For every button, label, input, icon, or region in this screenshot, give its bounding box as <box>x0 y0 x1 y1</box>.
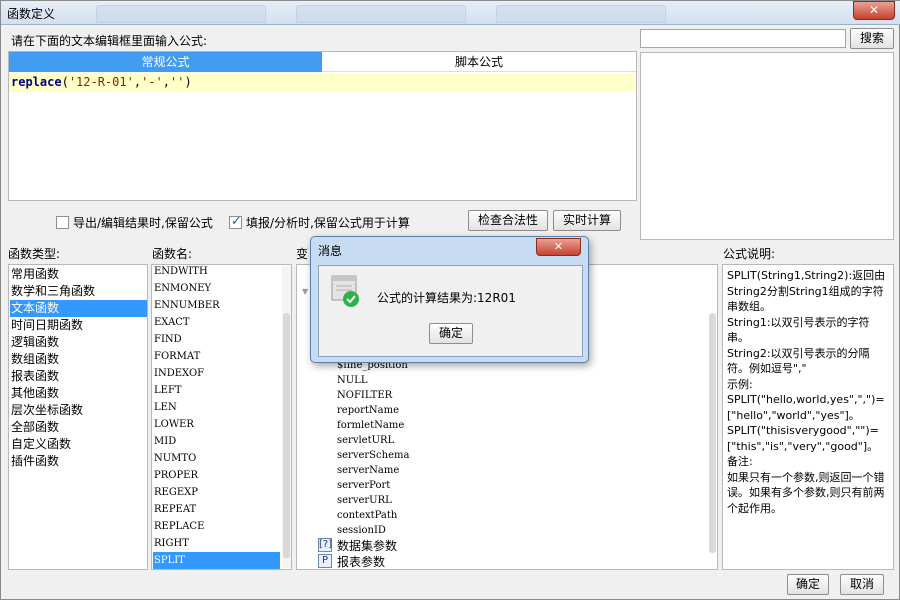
function-types-list: 常用函数 数学和三角函数 文本函数 时间日期函数 逻辑函数 数组函数 报表函数 其他函数 层次坐… <box>8 264 148 570</box>
formula-comma: , <box>162 75 170 89</box>
function-names-scrollbar-thumb[interactable] <box>283 313 290 558</box>
function-name-item[interactable]: NUMTO <box>153 450 280 467</box>
formula-close-paren: ) <box>184 75 192 89</box>
description-paragraph: SPLIT("thisisverygood","")=["this","is",… <box>727 424 879 453</box>
function-name-item[interactable]: REGEXP <box>153 484 280 501</box>
variable-item[interactable]: serverPort <box>337 478 390 493</box>
function-name-item[interactable]: INDEXOF <box>153 365 280 382</box>
keep-formula-on-export-label: 导出/编辑结果时,保留公式 <box>73 216 213 230</box>
formula-description-label: 公式说明: <box>723 247 776 261</box>
message-close-button[interactable]: ✕ <box>536 238 581 256</box>
search-button[interactable]: 搜索 <box>850 28 894 49</box>
function-type-item[interactable]: 时间日期函数 <box>10 317 147 334</box>
function-type-item[interactable]: 报表函数 <box>10 368 147 385</box>
description-paragraph: SPLIT(String1,String2):返回由String2分割Strin… <box>727 269 886 313</box>
function-type-item[interactable]: 文本函数 <box>10 300 147 317</box>
window-title: 函数定义 <box>7 7 56 21</box>
message-text: 公式的计算结果为:12R01 <box>377 291 516 305</box>
function-name-item[interactable]: PROPER <box>153 467 280 484</box>
function-name-item[interactable]: MID <box>153 433 280 450</box>
variable-item[interactable]: reportName <box>337 403 399 418</box>
function-names-label: 函数名: <box>152 247 193 261</box>
variable-item[interactable]: contextPath <box>337 508 397 523</box>
message-dialog-title: 消息 <box>318 244 343 258</box>
function-name-item[interactable]: REPLACE <box>153 518 280 535</box>
function-type-item[interactable]: 数组函数 <box>10 351 147 368</box>
formula-arg-2: '-' <box>141 75 163 89</box>
function-type-item[interactable]: 常用函数 <box>10 266 147 283</box>
window-close-button[interactable]: ✕ <box>853 1 895 20</box>
function-name-item[interactable]: LEN <box>153 399 280 416</box>
message-ok-button[interactable]: 确定 <box>429 323 473 344</box>
realtime-calc-button[interactable]: 实时计算 <box>553 210 621 231</box>
check-validity-button[interactable]: 检查合法性 <box>468 210 548 231</box>
keep-formula-on-fill-checkbox[interactable]: ✓ <box>229 214 242 229</box>
formula-description-panel: SPLIT(String1,String2):返回由String2分割Strin… <box>722 264 894 570</box>
tab-regular-formula[interactable]: 常规公式 <box>9 52 322 72</box>
function-name-item[interactable]: RIGHT <box>153 535 280 552</box>
dataset-param-icon: [?] <box>318 538 333 552</box>
function-type-item[interactable]: 自定义函数 <box>10 436 147 453</box>
function-type-item[interactable]: 插件函数 <box>10 453 147 470</box>
description-paragraph: SPLIT("hello,world,yes",",")=["hello","w… <box>727 393 885 422</box>
variables-label: 变 <box>296 247 309 261</box>
description-paragraph: 备注: <box>727 455 753 468</box>
description-paragraph: 如果只有一个参数,则返回一个错误。如果有多个参数,则只有前两个起作用。 <box>727 470 885 515</box>
variable-item[interactable]: serverSchema <box>337 448 409 463</box>
function-name-item[interactable]: FORMAT <box>153 348 280 365</box>
search-results-panel[interactable] <box>640 52 894 240</box>
function-name-item[interactable]: ENNUMBER <box>153 297 280 314</box>
message-dialog: 消息 ✕ 公式的计算结果为:12R01 确定 <box>310 236 589 363</box>
variables-scrollbar-thumb[interactable] <box>709 313 716 553</box>
function-names-list: SPLIT RIGHT REPLACE REPEAT REGEXP PROPER NUMTO… <box>151 264 292 570</box>
function-name-item[interactable]: LEFT <box>153 382 280 399</box>
tab-script-formula[interactable]: 脚本公式 <box>322 52 636 72</box>
function-type-item[interactable]: 数学和三角函数 <box>10 283 147 300</box>
variable-item[interactable]: NOFILTER <box>337 388 392 403</box>
formula-function: replace <box>11 75 62 89</box>
function-name-item[interactable]: EXACT <box>153 314 280 331</box>
function-name-item[interactable]: SPLIT <box>153 552 280 569</box>
function-type-item[interactable]: 其他函数 <box>10 385 147 402</box>
function-types-label: 函数类型: <box>8 247 61 261</box>
variable-item[interactable]: NULL <box>337 373 367 388</box>
variable-item[interactable]: serverName <box>337 463 399 478</box>
function-name-item[interactable]: FIND <box>153 331 280 348</box>
variable-item[interactable]: serverURL <box>337 493 392 508</box>
formula-open-paren: ( <box>61 75 69 89</box>
tree-node-dataset-params[interactable]: 数据集参数 <box>337 537 397 554</box>
formula-text-line[interactable]: replace('12-R-01','-','') <box>9 73 636 92</box>
description-paragraph: String1:以双引号表示的字符串。 <box>727 315 870 345</box>
variable-item[interactable]: formletName <box>337 418 404 433</box>
checkmark-icon: ✓ <box>231 214 242 229</box>
function-type-item[interactable]: 层次坐标函数 <box>10 402 147 419</box>
formula-arg-1: '12-R-01' <box>68 75 134 89</box>
report-param-icon: P <box>318 554 332 568</box>
tree-expander-icon[interactable]: ▼ <box>302 287 308 296</box>
description-paragraph: 示例: <box>727 377 753 391</box>
background-window-tabs <box>96 5 836 23</box>
description-paragraph: String2:以双引号表示的分隔符。例如逗号"," <box>727 346 870 376</box>
formula-editor-panel: 常规公式 脚本公式 replace('12-R-01','-','') <box>8 51 637 201</box>
function-name-item[interactable]: LOWER <box>153 416 280 433</box>
function-name-item[interactable]: REPEAT <box>153 501 280 518</box>
function-name-item[interactable]: ENDWITH <box>153 263 280 280</box>
variable-item[interactable]: servletURL <box>337 433 394 448</box>
formula-prompt-label: 请在下面的文本编辑框里面输入公式: <box>11 34 208 48</box>
tree-node-report-params[interactable]: 报表参数 <box>337 553 385 570</box>
cancel-button[interactable]: 取消 <box>840 574 884 595</box>
success-info-icon <box>331 275 359 307</box>
message-body: 公式的计算结果为:12R01 确定 <box>318 265 583 357</box>
keep-formula-on-export-checkbox[interactable] <box>56 216 69 229</box>
formula-comma: , <box>133 75 142 89</box>
title-bar: 函数定义 ✕ <box>1 1 900 25</box>
function-type-item[interactable]: 全部函数 <box>10 419 147 436</box>
function-type-item[interactable]: 逻辑函数 <box>10 334 147 351</box>
ok-button[interactable]: 确定 <box>787 574 829 595</box>
keep-formula-on-fill-label: 填报/分析时,保留公式用于计算 <box>246 216 410 230</box>
formula-arg-3: '' <box>170 75 185 89</box>
function-name-item[interactable]: ENMONEY <box>153 280 280 297</box>
variable-item[interactable]: sessionID <box>337 523 386 538</box>
search-input[interactable] <box>640 29 846 48</box>
